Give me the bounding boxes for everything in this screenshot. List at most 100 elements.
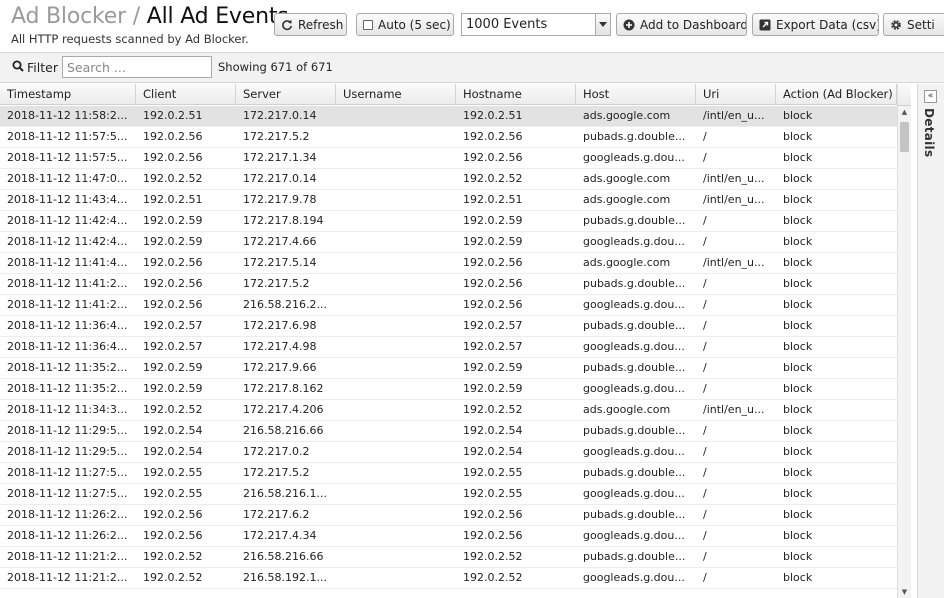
- table-row[interactable]: 2018-11-12 11:34:3... 192.0.2.52 172.217.4…: [0, 400, 897, 421]
- scroll-down-arrow[interactable]: ▼: [900, 588, 909, 596]
- cell-username: [336, 526, 456, 546]
- table-row[interactable]: 2018-11-12 11:43:4... 192.0.2.51 172.217.9…: [0, 190, 897, 211]
- table-row[interactable]: 2018-11-12 11:58:2... 192.0.2.51 172.217.0…: [0, 106, 897, 127]
- table-row[interactable]: 2018-11-12 11:21:2... 192.0.2.52 216.58.21…: [0, 547, 897, 568]
- cell-action: block: [783, 382, 813, 395]
- cell-timestamp: 2018-11-12 11:36:4...: [7, 319, 128, 332]
- table-row[interactable]: 2018-11-12 11:41:2... 192.0.2.56 216.58.21…: [0, 295, 897, 316]
- cell-timestamp: 2018-11-12 11:27:5...: [7, 487, 128, 500]
- cell-uri: /: [703, 550, 707, 563]
- cell-username: [336, 148, 456, 168]
- cell-username: [336, 337, 456, 357]
- cell-timestamp: 2018-11-12 11:41:4...: [7, 256, 128, 269]
- auto-refresh-checkbox[interactable]: [363, 19, 373, 30]
- table-row[interactable]: 2018-11-12 11:21:2... 192.0.2.52 216.58.19…: [0, 568, 897, 589]
- table-row[interactable]: 2018-11-12 11:42:4... 192.0.2.59 172.217.4…: [0, 232, 897, 253]
- cell-username: [336, 169, 456, 189]
- table-row[interactable]: 2018-11-12 11:27:5... 192.0.2.55 172.217.5…: [0, 463, 897, 484]
- events-count-select[interactable]: 1000 Events: [461, 13, 611, 36]
- cell-client: 192.0.2.59: [143, 235, 203, 248]
- column-header-timestamp[interactable]: Timestamp: [0, 84, 136, 105]
- column-header-host[interactable]: Host: [576, 84, 696, 105]
- table-row[interactable]: 2018-11-12 11:36:4... 192.0.2.57 172.217.6…: [0, 316, 897, 337]
- table-row[interactable]: 2018-11-12 11:26:2... 192.0.2.56 172.217.6…: [0, 505, 897, 526]
- cell-username: [336, 463, 456, 483]
- table-row[interactable]: 2018-11-12 11:47:0... 192.0.2.52 172.217.0…: [0, 169, 897, 190]
- cell-timestamp: 2018-11-12 11:35:2...: [7, 382, 128, 395]
- cell-timestamp: 2018-11-12 11:34:3...: [7, 403, 128, 416]
- cell-uri: /intl/en_u...: [703, 403, 765, 416]
- cell-uri: /: [703, 382, 707, 395]
- cell-username: [336, 358, 456, 378]
- table-row[interactable]: 2018-11-12 11:36:4... 192.0.2.57 172.217.4…: [0, 337, 897, 358]
- cell-uri: /: [703, 487, 707, 500]
- cell-hostname: 192.0.2.52: [463, 172, 523, 185]
- cell-server: 172.217.4.98: [243, 340, 317, 353]
- table-row[interactable]: 2018-11-12 11:41:2... 192.0.2.56 172.217.5…: [0, 274, 897, 295]
- column-header-username[interactable]: Username: [336, 84, 456, 105]
- export-data-button[interactable]: Export Data (csv): [752, 13, 879, 36]
- cell-client: 192.0.2.52: [143, 571, 203, 584]
- filter-label-text: Filter: [27, 60, 58, 75]
- search-input[interactable]: [62, 56, 212, 78]
- add-to-dashboard-label: Add to Dashboard: [640, 17, 747, 32]
- cell-username: [336, 505, 456, 525]
- cell-hostname: 192.0.2.59: [463, 361, 523, 374]
- cell-host: googleads.g.dou...: [583, 445, 685, 458]
- column-header-server[interactable]: Server: [236, 84, 336, 105]
- column-header-client[interactable]: Client: [136, 84, 236, 105]
- details-panel[interactable]: « Details: [917, 84, 944, 598]
- auto-refresh-toggle[interactable]: Auto (5 sec): [356, 13, 454, 36]
- table-row[interactable]: 2018-11-12 11:41:4... 192.0.2.56 172.217.5…: [0, 253, 897, 274]
- scroll-up-arrow[interactable]: ▲: [900, 108, 909, 116]
- column-header-hostname[interactable]: Hostname: [456, 84, 576, 105]
- cell-hostname: 192.0.2.56: [463, 256, 523, 269]
- cell-client: 192.0.2.56: [143, 529, 203, 542]
- double-chevron-left-icon[interactable]: «: [924, 90, 937, 103]
- cell-client: 192.0.2.55: [143, 487, 203, 500]
- cell-uri: /: [703, 571, 707, 584]
- table-row[interactable]: 2018-11-12 11:57:5... 192.0.2.56 172.217.1…: [0, 148, 897, 169]
- table-row[interactable]: 2018-11-12 11:26:2... 192.0.2.56 172.217.4…: [0, 526, 897, 547]
- cell-action: block: [783, 130, 813, 143]
- cell-action: block: [783, 109, 813, 122]
- cell-host: ads.google.com: [583, 172, 671, 185]
- table-row[interactable]: 2018-11-12 11:29:5... 192.0.2.54 172.217.0…: [0, 442, 897, 463]
- cell-action: block: [783, 361, 813, 374]
- cell-username: [336, 190, 456, 210]
- table-row[interactable]: 2018-11-12 11:57:5... 192.0.2.56 172.217.5…: [0, 127, 897, 148]
- column-header-uri[interactable]: Uri: [696, 84, 776, 105]
- cell-action: block: [783, 172, 813, 185]
- cell-hostname: 192.0.2.56: [463, 277, 523, 290]
- cell-uri: /: [703, 529, 707, 542]
- page-subtitle: All HTTP requests scanned by Ad Blocker.: [11, 32, 249, 46]
- cell-hostname: 192.0.2.59: [463, 382, 523, 395]
- refresh-button[interactable]: Refresh: [274, 13, 347, 36]
- table-row[interactable]: 2018-11-12 11:35:2... 192.0.2.59 172.217.9…: [0, 358, 897, 379]
- cell-timestamp: 2018-11-12 11:57:5...: [7, 130, 128, 143]
- table-row[interactable]: 2018-11-12 11:35:2... 192.0.2.59 172.217.8…: [0, 379, 897, 400]
- vertical-scrollbar[interactable]: ▲ ▼: [897, 106, 911, 598]
- cell-uri: /intl/en_u...: [703, 109, 765, 122]
- cell-host: pubads.g.double...: [583, 361, 686, 374]
- cell-client: 192.0.2.56: [143, 277, 203, 290]
- refresh-icon: [281, 19, 293, 31]
- table-row[interactable]: 2018-11-12 11:42:4... 192.0.2.59 172.217.8…: [0, 211, 897, 232]
- settings-button[interactable]: Setti: [883, 13, 944, 36]
- cell-host: pubads.g.double...: [583, 277, 686, 290]
- cell-timestamp: 2018-11-12 11:27:5...: [7, 466, 128, 479]
- scroll-thumb[interactable]: [900, 122, 909, 152]
- cell-action: block: [783, 571, 813, 584]
- breadcrumb-app-name[interactable]: Ad Blocker: [11, 4, 126, 29]
- add-to-dashboard-button[interactable]: Add to Dashboard: [616, 13, 747, 36]
- cell-host: ads.google.com: [583, 193, 671, 206]
- cell-hostname: 192.0.2.52: [463, 403, 523, 416]
- column-header-action[interactable]: Action (Ad Blocker): [776, 84, 897, 105]
- cell-timestamp: 2018-11-12 11:41:2...: [7, 298, 128, 311]
- cell-action: block: [783, 319, 813, 332]
- table-row[interactable]: 2018-11-12 11:27:5... 192.0.2.55 216.58.21…: [0, 484, 897, 505]
- table-row[interactable]: 2018-11-12 11:29:5... 192.0.2.54 216.58.21…: [0, 421, 897, 442]
- table-header-corner: [897, 84, 911, 106]
- chevron-down-icon[interactable]: [595, 14, 610, 35]
- cell-server: 172.217.1.34: [243, 151, 317, 164]
